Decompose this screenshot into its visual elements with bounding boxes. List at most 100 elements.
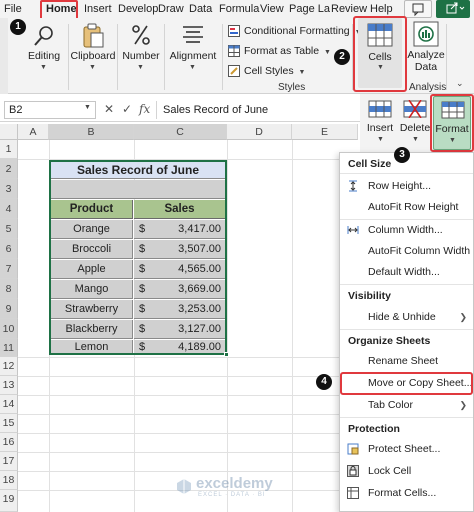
ribbon-left-edge <box>0 18 8 94</box>
tab-page-layout[interactable]: Page La <box>289 2 330 16</box>
column-header[interactable]: A <box>18 124 49 140</box>
share-icon <box>446 2 465 14</box>
row-header[interactable]: 2 <box>0 159 18 179</box>
format-cells-item[interactable]: Format Cells... <box>340 483 473 503</box>
number-button[interactable]: Number ▼ <box>120 18 162 94</box>
analyze-data-icon <box>413 21 439 47</box>
enter-icon[interactable]: ✓ <box>122 102 132 116</box>
divider <box>340 173 473 174</box>
clipboard-button[interactable]: Clipboard ▼ <box>70 18 116 94</box>
tab-draw[interactable]: Draw <box>158 2 184 16</box>
divider <box>222 24 223 90</box>
insert-function-icon[interactable]: fx <box>139 102 150 116</box>
row-header[interactable]: 4 <box>0 199 18 219</box>
gridline <box>227 140 228 512</box>
row-height-label: Row Height... <box>368 180 432 192</box>
column-width-item[interactable]: Column Width... <box>340 220 473 240</box>
row-header[interactable]: 11 <box>0 339 18 357</box>
chevron-down-icon: ▼ <box>137 64 144 71</box>
analyze-label: Analyze <box>407 49 445 61</box>
tab-help[interactable]: Help <box>370 2 393 16</box>
delete-cells-button[interactable]: Delete ▼ <box>398 96 432 150</box>
autofit-column-label: AutoFit Column Width <box>368 245 471 257</box>
protection-heading: Protection <box>348 423 400 435</box>
row-height-item[interactable]: Row Height... <box>340 176 473 196</box>
chevron-down-icon[interactable]: ⌄ <box>456 78 464 89</box>
row-header[interactable]: 19 <box>0 490 18 512</box>
autofit-column-width-item[interactable]: AutoFit Column Width <box>340 241 473 261</box>
row-header[interactable]: 7 <box>0 259 18 279</box>
row-header[interactable]: 13 <box>0 376 18 395</box>
row-header[interactable]: 5 <box>0 219 18 239</box>
row-header[interactable]: 14 <box>0 395 18 414</box>
visibility-heading: Visibility <box>348 290 391 302</box>
insert-cells-button[interactable]: Insert ▼ <box>362 96 398 150</box>
insert-label: Insert <box>366 122 394 134</box>
format-dropdown-menu: Cell Size Row Height... AutoFit Row Heig… <box>339 152 474 512</box>
default-width-item[interactable]: Default Width... <box>340 262 473 282</box>
cell-size-heading: Cell Size <box>348 158 392 170</box>
row-header[interactable]: 15 <box>0 414 18 433</box>
percent-icon <box>132 25 150 45</box>
divider <box>340 417 473 418</box>
comments-button[interactable] <box>404 0 432 18</box>
row-header[interactable]: 6 <box>0 239 18 259</box>
alignment-label: Alignment <box>169 50 217 62</box>
divider <box>164 24 165 90</box>
row-header[interactable]: 16 <box>0 433 18 452</box>
fill-handle[interactable] <box>224 352 229 357</box>
move-copy-highlight <box>340 372 473 395</box>
row-header[interactable]: 8 <box>0 279 18 299</box>
tab-view[interactable]: View <box>260 2 284 16</box>
tab-file[interactable]: File <box>4 2 22 16</box>
divider <box>117 24 118 90</box>
search-icon <box>34 26 53 46</box>
watermark-name: exceldemy <box>196 475 273 492</box>
select-all-corner[interactable] <box>0 124 18 140</box>
tab-color-item[interactable]: Tab Color ❯ <box>340 395 473 415</box>
lock-cell-item[interactable]: Lock Cell <box>340 461 473 481</box>
cancel-icon[interactable]: ✕ <box>104 102 114 116</box>
tab-data[interactable]: Data <box>189 2 212 16</box>
chevron-down-icon[interactable]: ▼ <box>84 104 91 111</box>
step-badge: 2 <box>334 49 350 65</box>
row-header[interactable]: 9 <box>0 299 18 319</box>
column-header[interactable]: C <box>134 124 227 140</box>
editing-button[interactable]: Editing ▼ <box>20 18 68 94</box>
chevron-down-icon: ▼ <box>412 136 419 143</box>
share-button[interactable] <box>436 0 470 18</box>
delete-label: Delete <box>399 122 431 134</box>
column-header[interactable]: E <box>292 124 358 140</box>
tab-developer[interactable]: Develop <box>118 2 158 16</box>
row-header[interactable]: 12 <box>0 357 18 376</box>
row-header[interactable]: 3 <box>0 179 18 199</box>
rename-sheet-item[interactable]: Rename Sheet <box>340 351 473 371</box>
table-icon <box>228 45 240 58</box>
name-box[interactable]: B2 <box>4 101 96 119</box>
step-badge: 3 <box>394 147 410 163</box>
align-icon <box>183 26 203 43</box>
hide-unhide-item[interactable]: Hide & Unhide ❯ <box>340 307 473 327</box>
row-header[interactable]: 10 <box>0 319 18 339</box>
cell-styles-button[interactable]: Cell Styles ▼ <box>228 63 305 79</box>
row-header[interactable]: 17 <box>0 452 18 471</box>
column-header[interactable]: D <box>227 124 292 140</box>
alignment-button[interactable]: Alignment ▼ <box>166 18 220 94</box>
row-header[interactable]: 1 <box>0 140 18 159</box>
autofit-row-height-item[interactable]: AutoFit Row Height <box>340 197 473 217</box>
column-header[interactable]: B <box>49 124 134 140</box>
step-badge: 4 <box>316 374 332 390</box>
clipboard-label: Clipboard <box>70 50 116 62</box>
format-as-table-button[interactable]: Format as Table ▼ <box>228 43 331 59</box>
divider <box>340 284 473 285</box>
row-header[interactable]: 18 <box>0 471 18 490</box>
cells-group-panel: Insert ▼ Delete ▼ Format ▼ <box>360 94 474 154</box>
tab-review[interactable]: Review <box>331 2 367 16</box>
tab-insert[interactable]: Insert <box>84 2 112 16</box>
protect-sheet-item[interactable]: Protect Sheet... <box>340 439 473 459</box>
protect-sheet-label: Protect Sheet... <box>368 443 441 455</box>
default-width-label: Default Width... <box>368 266 440 278</box>
tab-formulas[interactable]: Formula <box>219 2 259 16</box>
gridline <box>292 140 293 512</box>
conditional-formatting-button[interactable]: Conditional Formatting ▼ <box>228 23 362 39</box>
